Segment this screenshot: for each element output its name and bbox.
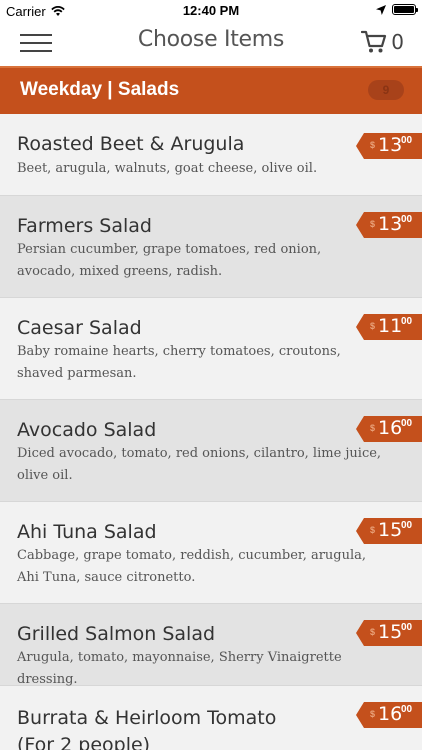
item-name: Caesar Salad — [17, 317, 142, 339]
item-name: Avocado Salad — [17, 419, 157, 441]
price-cents: 00 — [401, 418, 413, 429]
item-description: Arugula, tomato, mayonnaise, Sherry Vina… — [17, 650, 342, 687]
price-whole: 15 — [378, 621, 403, 643]
list-item[interactable]: Roasted Beet & Arugula $ 13 00 Beet, aru… — [0, 114, 422, 196]
price-tag: $ 15 00 — [356, 620, 422, 646]
price-currency: $ — [370, 423, 376, 433]
price-cents: 00 — [401, 520, 413, 531]
category-title: Weekday | Salads — [20, 79, 180, 100]
price-tag: $ 13 00 — [356, 133, 422, 159]
category-count-badge: 9 — [368, 80, 404, 100]
price-currency: $ — [370, 709, 376, 719]
status-right — [376, 4, 418, 15]
price-whole: 16 — [378, 417, 403, 439]
price-currency: $ — [370, 321, 376, 331]
price-cents: 00 — [401, 622, 413, 633]
price-whole: 13 — [378, 213, 403, 235]
price-cents: 00 — [401, 214, 413, 225]
price-whole: 13 — [378, 134, 403, 156]
battery-icon — [392, 4, 418, 15]
page-title: Choose Items — [137, 27, 285, 52]
price-whole: 11 — [378, 315, 403, 337]
price-tag: $ 11 00 — [356, 314, 422, 340]
price-tag: $ 16 00 — [356, 702, 422, 728]
location-arrow-icon — [376, 4, 386, 15]
battery-level — [394, 6, 414, 13]
status-bar: Carrier 12:40 PM — [0, 0, 422, 22]
price-tag: $ 13 00 — [356, 212, 422, 238]
list-item[interactable]: Burrata & Heirloom Tomato (For 2 people)… — [0, 686, 422, 750]
item-list: Roasted Beet & Arugula $ 13 00 Beet, aru… — [0, 114, 422, 750]
price-currency: $ — [370, 140, 376, 150]
item-name: Farmers Salad — [17, 215, 152, 237]
item-description: Cabbage, grape tomato, reddish, cucumber… — [17, 548, 367, 585]
price-currency: $ — [370, 219, 376, 229]
cart-count: 0 — [391, 30, 404, 54]
price-tag: $ 15 00 — [356, 518, 422, 544]
item-description: Diced avocado, tomato, red onions, cilan… — [17, 446, 382, 483]
item-description: Beet, arugula, walnuts, goat cheese, oli… — [17, 161, 318, 176]
price-whole: 16 — [378, 703, 403, 725]
cart-button[interactable]: 0 — [361, 30, 404, 54]
item-description: Baby romaine hearts, cherry tomatoes, cr… — [17, 344, 341, 381]
item-name: Burrata & Heirloom Tomato (For 2 people) — [17, 707, 277, 750]
nav-bar: Choose Items 0 — [0, 22, 422, 66]
price-tag: $ 16 00 — [356, 416, 422, 442]
item-name: Grilled Salmon Salad — [17, 623, 216, 645]
price-currency: $ — [370, 525, 376, 535]
list-item[interactable]: Caesar Salad $ 11 00 Baby romaine hearts… — [0, 298, 422, 400]
list-item[interactable]: Grilled Salmon Salad $ 15 00 Arugula, to… — [0, 604, 422, 687]
item-name: Ahi Tuna Salad — [17, 521, 157, 543]
price-cents: 00 — [401, 316, 413, 327]
item-description: Persian cucumber, grape tomatoes, red on… — [17, 242, 322, 279]
price-currency: $ — [370, 627, 376, 637]
status-time: 12:40 PM — [182, 3, 240, 18]
category-header: Weekday | Salads 9 — [0, 66, 422, 114]
price-cents: 00 — [401, 704, 413, 715]
cart-icon — [361, 30, 387, 53]
price-whole: 15 — [378, 519, 403, 541]
list-item[interactable]: Farmers Salad $ 13 00 Persian cucumber, … — [0, 196, 422, 298]
price-cents: 00 — [401, 135, 413, 146]
list-item[interactable]: Ahi Tuna Salad $ 15 00 Cabbage, grape to… — [0, 502, 422, 604]
item-name: Roasted Beet & Arugula — [17, 133, 245, 155]
list-item[interactable]: Avocado Salad $ 16 00 Diced avocado, tom… — [0, 400, 422, 502]
